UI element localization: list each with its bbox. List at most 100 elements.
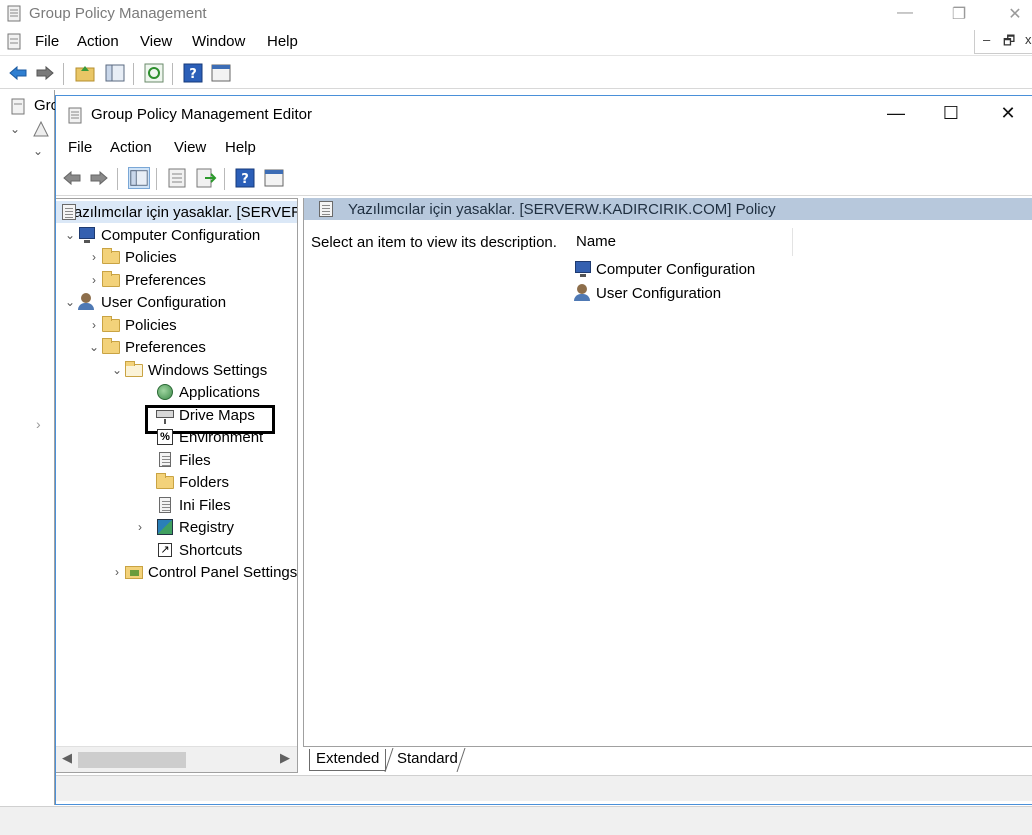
mdi-restore-button[interactable]: 🗗: [1003, 32, 1015, 54]
chevron-down-icon[interactable]: ⌄: [86, 340, 102, 354]
folder-icon: [125, 361, 143, 379]
help-icon[interactable]: ?: [182, 62, 204, 84]
details-pane: Yazılımcılar için yasaklar. [SERVERW.KAD…: [303, 198, 1032, 746]
files-icon: [156, 451, 174, 469]
folder-icon: [102, 338, 120, 356]
tree-folders[interactable]: Folders: [156, 471, 229, 493]
scrollbar-thumb[interactable]: [78, 752, 186, 768]
tree-ini-files[interactable]: Ini Files: [156, 494, 231, 516]
outer-status-bar: [0, 806, 1032, 835]
export-list-icon[interactable]: [195, 167, 217, 189]
folder-icon: [102, 248, 120, 266]
tree-uc-policies[interactable]: › Policies: [86, 314, 177, 336]
tree-files[interactable]: Files: [156, 449, 211, 471]
tree-computer-configuration[interactable]: ⌄ Computer Configuration: [62, 224, 260, 246]
tree-shortcuts[interactable]: ↗ Shortcuts: [156, 539, 242, 561]
folder-icon: [156, 473, 174, 491]
computer-icon: [574, 260, 592, 278]
editor-close-button[interactable]: ✕: [988, 103, 1028, 124]
editor-menu-action[interactable]: Action: [110, 139, 152, 156]
editor-window-title: Group Policy Management Editor: [91, 106, 312, 123]
tree-user-configuration[interactable]: ⌄ User Configuration: [62, 291, 226, 313]
tab-extended[interactable]: Extended: [309, 749, 387, 771]
up-folder-icon[interactable]: [74, 62, 96, 84]
shortcut-icon: ↗: [156, 541, 174, 559]
properties-pane-icon[interactable]: [210, 62, 232, 84]
tree-uc-preferences[interactable]: ⌄ Preferences: [86, 336, 206, 358]
chevron-right-icon[interactable]: ›: [36, 416, 41, 432]
properties-icon[interactable]: [166, 167, 188, 189]
editor-menu-view[interactable]: View: [174, 139, 206, 156]
editor-menu-file[interactable]: File: [68, 139, 92, 156]
tree-environment[interactable]: % Environment: [156, 426, 263, 448]
editor-minimize-button[interactable]: —: [876, 103, 916, 124]
editor-menu-bar: File Action View Help: [56, 134, 1032, 162]
list-item-label: Computer Configuration: [596, 260, 756, 278]
tree-root-policy[interactable]: Yazılımcılar için yasaklar. [SERVERW.KAD…: [56, 201, 297, 223]
tree-label: Preferences: [125, 338, 206, 356]
editor-menu-help[interactable]: Help: [225, 139, 256, 156]
chevron-right-icon[interactable]: ›: [86, 273, 102, 287]
list-item-label: User Configuration: [596, 284, 722, 302]
outer-menu-help[interactable]: Help: [267, 33, 298, 50]
chevron-down-icon[interactable]: ⌄: [109, 363, 125, 377]
show-hide-tree-icon[interactable]: [128, 167, 150, 189]
outer-toolbar: ?: [0, 57, 1032, 89]
globe-icon: [156, 383, 174, 401]
refresh-icon[interactable]: [143, 62, 165, 84]
scroll-left-arrow-icon[interactable]: ◀: [62, 750, 72, 766]
chevron-down-icon[interactable]: ⌄: [62, 295, 78, 309]
mdi-close-button[interactable]: x: [1025, 32, 1032, 47]
toolbar-separator: [63, 63, 64, 85]
chevron-right-icon[interactable]: ›: [86, 250, 102, 264]
outer-console-tree: Gro ⌄ ⌄ ›: [0, 90, 59, 805]
outer-menu-action[interactable]: Action: [77, 33, 119, 50]
tree-registry[interactable]: › Registry: [132, 516, 234, 538]
chevron-right-icon[interactable]: ›: [132, 520, 148, 534]
toolbar-separator: [172, 63, 173, 85]
user-icon: [574, 284, 592, 302]
back-arrow-icon[interactable]: [61, 167, 83, 189]
tree-label: Environment: [179, 428, 264, 446]
scroll-right-arrow-icon[interactable]: ▶: [280, 750, 290, 766]
chevron-down-icon[interactable]: ⌄: [10, 122, 20, 136]
back-arrow-icon[interactable]: [7, 62, 29, 84]
gpm-doc-icon: [7, 33, 21, 50]
tree-applications[interactable]: Applications: [156, 381, 260, 403]
chevron-down-icon[interactable]: ⌄: [33, 144, 43, 158]
tab-divider: [456, 748, 466, 772]
tree-windows-settings[interactable]: ⌄ Windows Settings: [109, 359, 267, 381]
outer-menu-file[interactable]: File: [35, 33, 59, 50]
toolbar-separator: [117, 168, 118, 190]
chevron-right-icon[interactable]: ›: [86, 318, 102, 332]
mdi-minimize-button[interactable]: –: [983, 32, 990, 47]
outer-minimize-button[interactable]: —: [890, 4, 920, 22]
help-icon[interactable]: ?: [234, 167, 256, 189]
list-item-user-configuration[interactable]: User Configuration: [574, 284, 721, 302]
editor-title-bar: Group Policy Management Editor — ☐ ✕: [56, 96, 1032, 134]
tree-horizontal-scrollbar[interactable]: ◀ ▶: [56, 746, 297, 772]
editor-maximize-button[interactable]: ☐: [931, 103, 971, 124]
tab-standard[interactable]: Standard: [391, 749, 464, 771]
outer-menu-window[interactable]: Window: [192, 33, 245, 50]
toolbar-separator: [224, 168, 225, 190]
chevron-down-icon[interactable]: ⌄: [62, 228, 78, 242]
tree-cc-policies[interactable]: › Policies: [86, 246, 177, 268]
column-header-name[interactable]: Name: [576, 233, 616, 250]
forward-arrow-icon[interactable]: [88, 167, 110, 189]
outer-close-button[interactable]: ✕: [1000, 4, 1030, 24]
tree-cc-preferences[interactable]: › Preferences: [86, 269, 206, 291]
outer-menu-view[interactable]: View: [140, 33, 172, 50]
forward-arrow-icon[interactable]: [34, 62, 56, 84]
column-divider[interactable]: [792, 228, 793, 256]
outer-restore-button[interactable]: ❐: [944, 4, 974, 24]
environment-icon: %: [156, 428, 174, 446]
list-item-computer-configuration[interactable]: Computer Configuration: [574, 260, 755, 278]
chevron-right-icon[interactable]: ›: [109, 565, 125, 579]
description-text: Select an item to view its description.: [311, 234, 557, 251]
outer-menu-bar: File Action View Window Help: [0, 28, 1032, 56]
properties-pane-icon[interactable]: [263, 167, 285, 189]
tree-label: User Configuration: [101, 293, 227, 311]
show-hide-tree-icon[interactable]: [104, 62, 126, 84]
tree-control-panel-settings[interactable]: › Control Panel Settings: [109, 561, 297, 583]
